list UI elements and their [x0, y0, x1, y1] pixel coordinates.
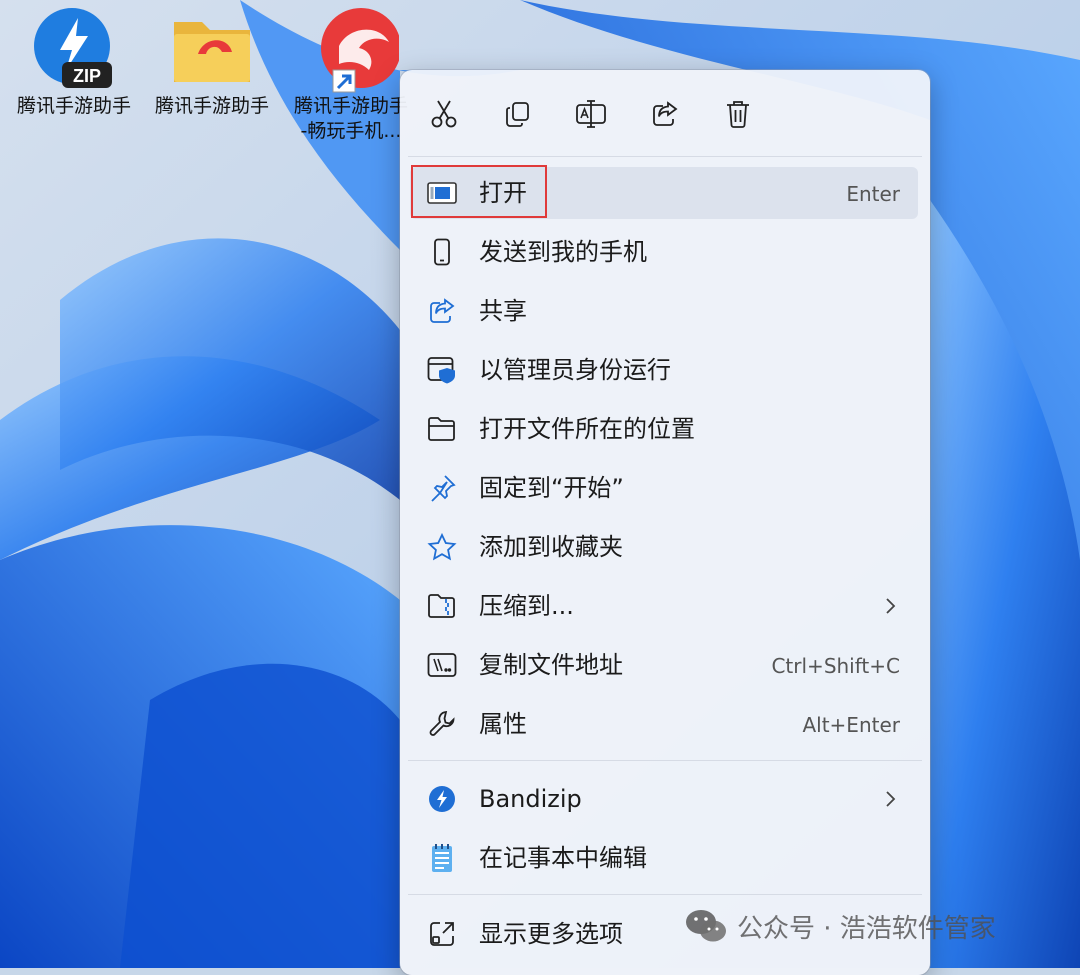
menu-item-label: 复制文件地址 [479, 651, 623, 679]
tencent-assistant-icon [309, 6, 401, 93]
menu-item-run-as-admin[interactable]: 以管理员身份运行 [410, 344, 918, 396]
chevron-right-icon [880, 785, 900, 813]
menu-item-share[interactable]: 共享 [410, 285, 918, 337]
rename-icon [576, 100, 606, 128]
wechat-icon [686, 910, 726, 942]
menu-item-label: 在记事本中编辑 [479, 844, 647, 872]
menu-item-shortcut: Ctrl+Shift+C [771, 654, 900, 678]
folder-icon [170, 6, 254, 90]
menu-item-open-file-location[interactable]: 打开文件所在的位置 [410, 403, 918, 455]
menu-item-compress-to[interactable]: 压缩到... [410, 580, 918, 632]
menu-item-label: 添加到收藏夹 [479, 533, 623, 561]
menu-item-pin-to-start[interactable]: 固定到“开始” [410, 462, 918, 514]
menu-item-copy-file-path[interactable]: 复制文件地址 Ctrl+Shift+C [410, 639, 918, 691]
menu-item-shortcut: Enter [846, 182, 900, 206]
delete-button[interactable] [718, 94, 758, 134]
menu-item-label: 显示更多选项 [479, 920, 623, 948]
watermark: 公众号 · 浩浩软件管家 [685, 906, 996, 946]
folder-open-icon [427, 415, 457, 443]
desktop-icon-zip[interactable]: ZIP 腾讯手游助手 [4, 6, 144, 119]
menu-item-send-to-phone[interactable]: 发送到我的手机 [410, 226, 918, 278]
notepad-icon [427, 844, 457, 872]
toolbar-separator [408, 156, 922, 157]
scissors-icon [431, 100, 457, 128]
share-button[interactable] [645, 94, 685, 134]
desktop-icon-label: 腾讯手游助手 [154, 95, 269, 117]
menu-separator [408, 894, 922, 895]
zip-folder-icon [427, 592, 457, 620]
zip-archive-icon: ZIP [32, 6, 116, 90]
menu-item-label: 以管理员身份运行 [479, 356, 671, 384]
admin-shield-icon [427, 356, 457, 384]
context-menu-toolbar [400, 70, 930, 156]
menu-item-label: 打开文件所在的位置 [479, 415, 695, 443]
bandizip-icon [427, 785, 457, 813]
copy-icon [506, 102, 529, 127]
wrench-icon [427, 710, 457, 738]
menu-item-properties[interactable]: 属性 Alt+Enter [410, 698, 918, 750]
phone-icon [427, 238, 457, 266]
zip-badge: ZIP [73, 66, 101, 86]
trash-icon [727, 101, 749, 128]
copy-button[interactable] [498, 94, 538, 134]
menu-item-label: 共享 [479, 297, 527, 325]
menu-item-label: 属性 [479, 710, 527, 738]
pin-icon [427, 474, 457, 502]
menu-item-label: 发送到我的手机 [479, 238, 647, 266]
share-icon [427, 297, 457, 325]
desktop-icon-folder[interactable]: 腾讯手游助手 [142, 6, 282, 119]
menu-separator [408, 760, 922, 761]
menu-item-label: 压缩到... [479, 592, 574, 620]
annotation-highlight-box [411, 165, 547, 218]
menu-item-edit-in-notepad[interactable]: 在记事本中编辑 [410, 832, 918, 884]
desktop-icon-label: 腾讯手游助手 [16, 95, 131, 117]
rename-button[interactable] [571, 94, 611, 134]
copy-path-icon [427, 651, 457, 679]
star-icon [427, 533, 457, 561]
menu-item-label: 固定到“开始” [479, 474, 624, 502]
menu-item-bandizip[interactable]: Bandizip [410, 773, 918, 825]
menu-item-label: Bandizip [479, 785, 582, 813]
share-icon [653, 101, 678, 126]
menu-item-add-to-favorites[interactable]: 添加到收藏夹 [410, 521, 918, 573]
menu-item-shortcut: Alt+Enter [802, 713, 900, 737]
watermark-text: 公众号 · 浩浩软件管家 [737, 913, 996, 944]
cut-button[interactable] [424, 94, 464, 134]
more-options-icon [427, 920, 457, 948]
chevron-right-icon [880, 592, 900, 620]
